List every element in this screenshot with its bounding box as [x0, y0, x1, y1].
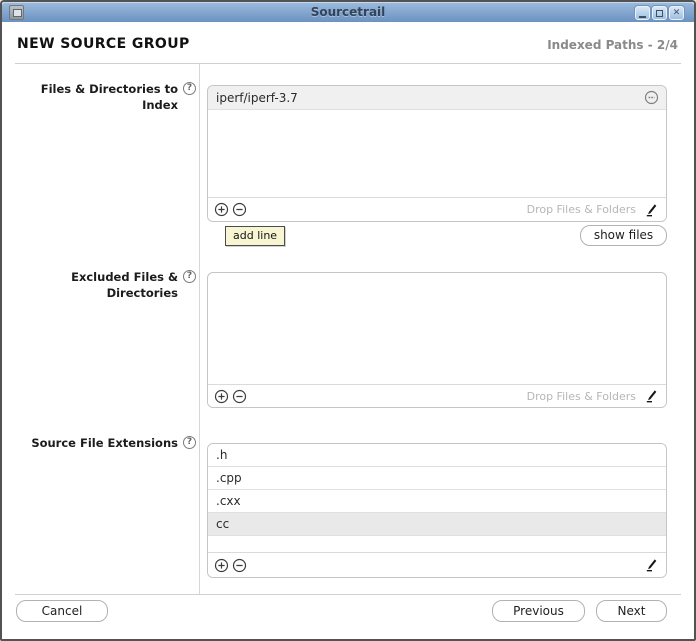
index-paths-label: Files & Directories to Index ?: [15, 82, 196, 113]
add-line-icon[interactable]: [214, 558, 229, 573]
list-item[interactable]: iperf/iperf-3.7: [208, 86, 666, 110]
excluded-list: Drop Files & Folders: [207, 272, 667, 408]
remove-line-icon[interactable]: [232, 389, 247, 404]
add-line-icon[interactable]: [214, 202, 229, 217]
extensions-list: .h .cpp .cxx cc: [207, 443, 667, 578]
extension-text: cc: [216, 517, 229, 531]
header-divider: [15, 63, 681, 64]
show-files-button[interactable]: show files: [580, 225, 667, 246]
drop-hint: Drop Files & Folders: [527, 390, 636, 403]
step-indicator: Indexed Paths - 2/4: [547, 38, 678, 52]
maximize-button[interactable]: [652, 6, 667, 20]
list-item[interactable]: .cpp: [208, 467, 666, 490]
previous-button[interactable]: Previous: [492, 600, 585, 622]
index-paths-list: iperf/iperf-3.7 Drop Files & Folders: [207, 85, 667, 222]
page-title: NEW SOURCE GROUP: [17, 36, 190, 52]
list-item[interactable]: .h: [208, 444, 666, 467]
extensions-label: Source File Extensions ?: [15, 436, 196, 452]
close-button[interactable]: ✕: [669, 6, 684, 20]
sourcetrail-window: Sourcetrail ✕ NEW SOURCE GROUP Indexed P…: [0, 0, 696, 641]
add-line-tooltip: add line: [225, 226, 285, 246]
list-item-selected[interactable]: cc: [208, 513, 666, 536]
extensions-toolbar: [208, 553, 666, 577]
column-divider: [199, 63, 200, 594]
drop-hint: Drop Files & Folders: [527, 203, 636, 216]
footer-divider: [15, 594, 681, 595]
next-button[interactable]: Next: [596, 600, 667, 622]
cancel-button[interactable]: Cancel: [16, 600, 108, 622]
help-icon[interactable]: ?: [183, 436, 196, 449]
extension-text: .cpp: [216, 471, 242, 485]
window-title: Sourcetrail: [2, 5, 694, 19]
extension-text: .h: [216, 448, 227, 462]
index-paths-list-area[interactable]: iperf/iperf-3.7: [208, 86, 666, 198]
edit-pencil-icon[interactable]: [644, 558, 658, 572]
close-icon: ✕: [673, 9, 681, 18]
edit-pencil-icon[interactable]: [644, 389, 658, 403]
minimize-button[interactable]: [635, 6, 650, 20]
list-item[interactable]: .cxx: [208, 490, 666, 513]
titlebar: Sourcetrail ✕: [2, 2, 694, 22]
help-icon[interactable]: ?: [183, 270, 196, 283]
remove-line-icon[interactable]: [232, 202, 247, 217]
index-paths-toolbar: Drop Files & Folders: [208, 198, 666, 221]
maximize-icon: [656, 10, 663, 17]
remove-row-icon[interactable]: [644, 90, 659, 105]
excluded-list-area[interactable]: [208, 273, 666, 385]
excluded-label: Excluded Files & Directories ?: [15, 270, 196, 301]
path-text: iperf/iperf-3.7: [216, 91, 298, 105]
remove-line-icon[interactable]: [232, 558, 247, 573]
extension-text: .cxx: [216, 494, 241, 508]
help-icon[interactable]: ?: [183, 82, 196, 95]
add-line-icon[interactable]: [214, 389, 229, 404]
minimize-icon: [639, 16, 646, 18]
edit-pencil-icon[interactable]: [644, 203, 658, 217]
extensions-list-area[interactable]: .h .cpp .cxx cc: [208, 444, 666, 553]
excluded-toolbar: Drop Files & Folders: [208, 385, 666, 407]
